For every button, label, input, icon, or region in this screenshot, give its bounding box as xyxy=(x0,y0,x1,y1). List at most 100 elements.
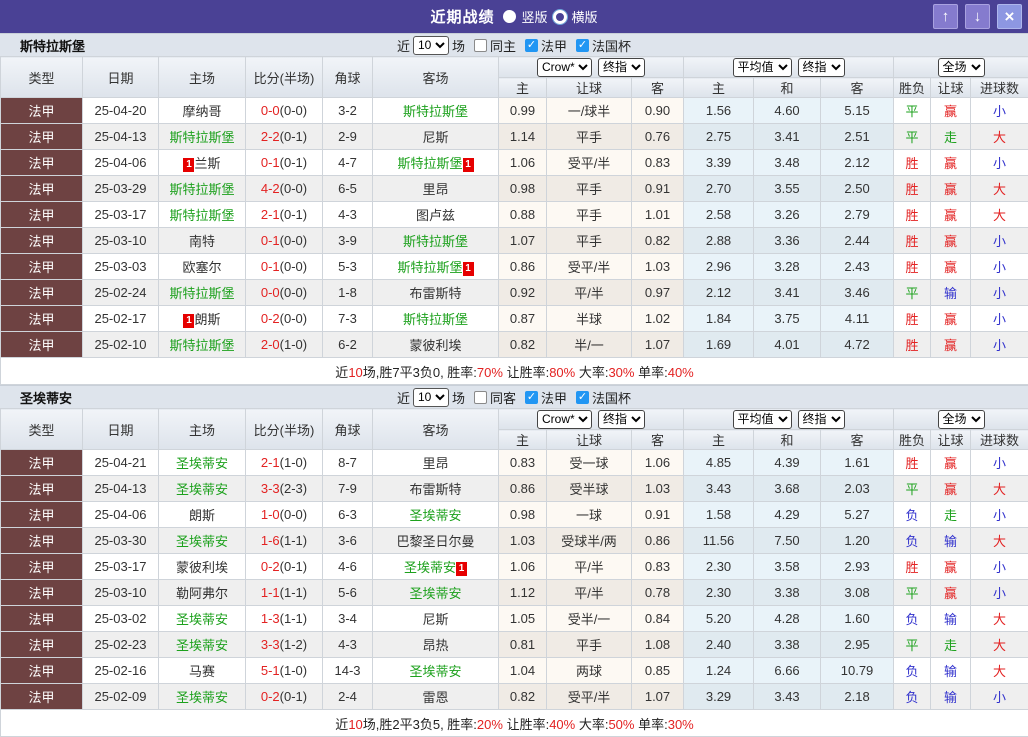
avg-away-cell: 3.08 xyxy=(821,580,894,606)
home-odds-cell: 1.14 xyxy=(499,124,547,150)
team-name-text: 斯特拉斯堡 xyxy=(403,312,468,327)
date-cell: 25-03-02 xyxy=(83,606,159,632)
summary-stat-label: 场,胜7平3负0, 胜率: xyxy=(363,365,477,380)
corners-cell: 3-9 xyxy=(323,228,373,254)
avg-home-cell: 2.30 xyxy=(684,554,754,580)
full-match-scope-select[interactable]: 全场 xyxy=(938,410,985,429)
odds-company-select[interactable]: Crow* xyxy=(537,410,592,429)
handicap-cell: 平/半 xyxy=(547,554,632,580)
halftime-score: (1-0) xyxy=(280,337,307,352)
avg-draw-cell: 3.36 xyxy=(754,228,821,254)
fulltime-score: 1-3 xyxy=(261,611,280,626)
same-away-label: 同客 xyxy=(490,388,516,407)
same-away-checkbox[interactable] xyxy=(474,391,487,404)
summary-text: 近10场,胜7平3负0, 胜率:70% 让胜率:80% 大率:30% 单率:40… xyxy=(1,358,1028,385)
move-up-button[interactable]: ↑ xyxy=(933,4,958,29)
home-odds-cell: 0.88 xyxy=(499,202,547,228)
fulltime-score: 0-1 xyxy=(261,233,280,248)
vertical-layout-label: 竖版 xyxy=(521,7,547,26)
league2-checkbox[interactable]: ✓ xyxy=(525,391,538,404)
summary-stat-value: 30% xyxy=(668,717,694,732)
league1-checkbox[interactable]: ✓ xyxy=(525,39,538,52)
score-cell: 2-1(1-0) xyxy=(246,450,323,476)
cup1-checkbox[interactable]: ✓ xyxy=(576,39,589,52)
home-odds-cell: 1.06 xyxy=(499,554,547,580)
home-odds-cell: 0.86 xyxy=(499,254,547,280)
handicap-result-cell: 走 xyxy=(931,124,971,150)
column-header: 客 xyxy=(821,430,894,450)
column-header: 主 xyxy=(684,78,754,98)
halftime-score: (0-0) xyxy=(280,311,307,326)
column-header: 比分(半场) xyxy=(246,57,323,98)
score-cell: 0-1(0-0) xyxy=(246,228,323,254)
away-team-cell: 里昂 xyxy=(373,450,499,476)
home-odds-cell: 1.07 xyxy=(499,228,547,254)
column-group-header: Crow* 终指 xyxy=(499,409,684,430)
cup2-checkbox[interactable]: ✓ xyxy=(576,391,589,404)
league-cell: 法甲 xyxy=(1,228,83,254)
avg-away-cell: 2.79 xyxy=(821,202,894,228)
same-home-checkbox[interactable] xyxy=(474,39,487,52)
away-odds-cell: 1.08 xyxy=(632,632,684,658)
final-odds-select[interactable]: 终指 xyxy=(598,58,645,77)
final-odds-select[interactable]: 终指 xyxy=(598,410,645,429)
recent-games-select[interactable]: 10 xyxy=(413,36,449,55)
summary-stat-label: 单率: xyxy=(634,717,667,732)
result-cell: 胜 xyxy=(894,450,931,476)
score-cell: 0-0(0-0) xyxy=(246,98,323,124)
date-cell: 25-02-09 xyxy=(83,684,159,710)
away-team-cell: 斯特拉斯堡1 xyxy=(373,150,499,176)
full-match-scope-select[interactable]: 全场 xyxy=(938,58,985,77)
home-team-cell: 圣埃蒂安 xyxy=(159,606,246,632)
horizontal-layout-radio[interactable] xyxy=(553,10,567,24)
fulltime-score: 0-0 xyxy=(261,103,280,118)
move-down-button[interactable]: ↓ xyxy=(965,4,990,29)
league-cell: 法甲 xyxy=(1,202,83,228)
score-cell: 0-0(0-0) xyxy=(246,280,323,306)
team-name-text: 圣埃蒂安 xyxy=(176,534,228,549)
handicap-result-cell: 赢 xyxy=(931,306,971,332)
halftime-score: (0-0) xyxy=(280,259,307,274)
odds-company-select[interactable]: Crow* xyxy=(537,58,592,77)
handicap-cell: 平手 xyxy=(547,228,632,254)
home-team-cell: 圣埃蒂安 xyxy=(159,476,246,502)
final-odds-select[interactable]: 终指 xyxy=(798,58,845,77)
match-row: 法甲25-04-20摩纳哥0-0(0-0)3-2斯特拉斯堡0.99一/球半0.9… xyxy=(1,98,1028,124)
vertical-layout-radio[interactable] xyxy=(503,10,516,23)
recent-games-select[interactable]: 10 xyxy=(413,388,449,407)
away-team-cell: 昂热 xyxy=(373,632,499,658)
score-cell: 1-0(0-0) xyxy=(246,502,323,528)
date-cell: 25-03-30 xyxy=(83,528,159,554)
league-cell: 法甲 xyxy=(1,306,83,332)
check-icon: ✓ xyxy=(527,391,536,403)
average-odds-select[interactable]: 平均值 xyxy=(733,58,792,77)
avg-home-cell: 1.84 xyxy=(684,306,754,332)
close-button[interactable]: × xyxy=(997,4,1022,29)
avg-away-cell: 4.72 xyxy=(821,332,894,358)
fulltime-score: 3-3 xyxy=(261,481,280,496)
column-header: 类型 xyxy=(1,57,83,98)
cup1-label: 法国杯 xyxy=(592,36,631,55)
final-odds-select[interactable]: 终指 xyxy=(798,410,845,429)
match-row: 法甲25-03-29斯特拉斯堡4-2(0-0)6-5里昂0.98平手0.912.… xyxy=(1,176,1028,202)
avg-away-cell: 5.15 xyxy=(821,98,894,124)
home-odds-cell: 0.86 xyxy=(499,476,547,502)
average-odds-select[interactable]: 平均值 xyxy=(733,410,792,429)
column-header: 客场 xyxy=(373,409,499,450)
handicap-result-cell: 赢 xyxy=(931,332,971,358)
avg-home-cell: 5.20 xyxy=(684,606,754,632)
summary-stat-value: 30% xyxy=(608,365,634,380)
handicap-result-cell: 输 xyxy=(931,606,971,632)
league-cell: 法甲 xyxy=(1,176,83,202)
league1-label: 法甲 xyxy=(541,36,567,55)
summary-stat-value: 40% xyxy=(549,717,575,732)
away-team-cell: 尼斯 xyxy=(373,124,499,150)
up-arrow-icon: ↑ xyxy=(942,8,950,25)
avg-draw-cell: 6.66 xyxy=(754,658,821,684)
avg-home-cell: 2.40 xyxy=(684,632,754,658)
corners-cell: 4-3 xyxy=(323,632,373,658)
recent-label: 近 xyxy=(397,388,410,407)
column-header: 客场 xyxy=(373,57,499,98)
home-team-cell: 马赛 xyxy=(159,658,246,684)
handicap-cell: 平手 xyxy=(547,176,632,202)
